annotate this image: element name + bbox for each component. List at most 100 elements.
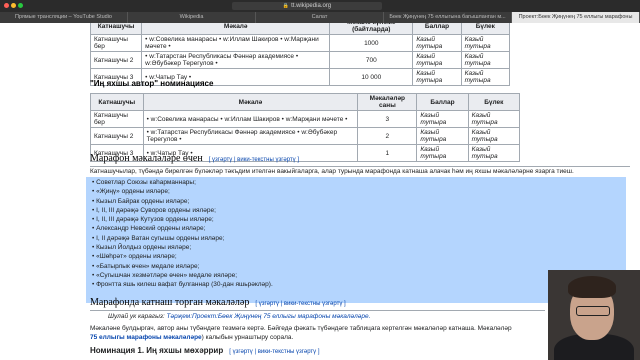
size-cell: 1000 bbox=[329, 34, 414, 52]
user-link[interactable]: Катнашучы 2 bbox=[89, 51, 143, 69]
col-header: Катнашучы bbox=[90, 93, 144, 111]
section-heading-articles: Марафонда катнаш торган мәкаләләр [ үзгәр… bbox=[90, 297, 346, 308]
section-intro: Катнашучылар, түбәндә бирелгән бүләкләр … bbox=[90, 168, 574, 175]
webcam-overlay bbox=[548, 270, 640, 360]
score-cell: Казый тутыра bbox=[416, 144, 469, 162]
section-title: Марафонда катнаш торган мәкаләләр bbox=[90, 297, 250, 308]
article-links: • w:Совелика манарасы • w:Иллам Шакиров … bbox=[141, 34, 331, 52]
col-header: Мәкалә bbox=[142, 93, 359, 111]
list-item: «Сугышчан хезмәтләре өчен» медале ияләре… bbox=[92, 271, 273, 280]
size-cell: 700 bbox=[329, 51, 414, 69]
edit-links[interactable]: [ үзгәртү | вики-текстны үзгәртү ] bbox=[229, 349, 319, 355]
section-title: Номинация 1. Иң яхшы мөхәррир bbox=[90, 346, 224, 355]
awards-list: Советлар Союзы каһарманнары; «Җиңү» орде… bbox=[92, 178, 273, 290]
heading-divider bbox=[90, 166, 630, 167]
webcam-person-hair bbox=[568, 276, 616, 298]
count-cell: 2 bbox=[357, 127, 418, 145]
webcam-person-glasses bbox=[576, 306, 610, 316]
tab-victory-marathon[interactable]: Проект:Бөек Җиңүнең 75 еллыгы марафоны bbox=[512, 12, 640, 23]
article-links: • w:Совелика манарасы • w:Иллам Шакиров … bbox=[142, 110, 359, 128]
heading-divider bbox=[90, 310, 545, 311]
paragraph-tail: ) калыбын урнаштыру сорала. bbox=[201, 334, 294, 341]
article-link[interactable]: Татарстан Республикасы Фәннәр академиясе bbox=[157, 129, 295, 136]
section-cell: Казый тутыра bbox=[460, 34, 511, 52]
template-link[interactable]: 75 еллыгы марафоны мәкаләләре bbox=[90, 334, 202, 341]
article-link[interactable]: Совелика манарасы bbox=[156, 36, 217, 43]
list-item: «Җиңү» ордены ияләре; bbox=[92, 187, 273, 196]
minimize-window-icon[interactable] bbox=[11, 3, 16, 8]
edit-links[interactable]: [ үзгәртү | вики-текстны үзгәртү ] bbox=[255, 301, 345, 307]
article-link[interactable]: Иллам Шакиров bbox=[231, 116, 280, 123]
article-link[interactable]: Иллам Шакиров bbox=[230, 36, 279, 43]
list-item: Кызыл Байрак ордены ияләре; bbox=[92, 197, 273, 206]
table-row: Катнашучы 2 • w:Татарстан Республикасы Ф… bbox=[90, 127, 521, 145]
tab-salat[interactable]: Салат bbox=[256, 12, 384, 23]
article-links: • w:Татарстан Республикасы Фәннәр академ… bbox=[142, 127, 359, 145]
tab-victory-article[interactable]: Бөек Җиңүнең 75 еллыгына багышланган м..… bbox=[384, 12, 512, 23]
nomination-heading: "Иң яхшы автор" номинациясе bbox=[90, 79, 214, 88]
count-cell: 3 bbox=[357, 110, 418, 128]
nomination-1-heading: Номинация 1. Иң яхшы мөхәррир [ үзгәртү |… bbox=[90, 346, 320, 355]
col-header: Мәкалә bbox=[141, 23, 331, 35]
list-item: «Шөһрәт» ордены ияләре; bbox=[92, 252, 273, 261]
list-item: I, II, III дәрәҗә Суворов ордены ияләре; bbox=[92, 206, 273, 215]
url-text: tt.wikipedia.org bbox=[291, 3, 332, 9]
tab-youtube-studio[interactable]: Прямые трансляции – YouTube Studio bbox=[0, 12, 128, 23]
browser-titlebar: 🔒 tt.wikipedia.org bbox=[0, 0, 640, 12]
tab-strip: Прямые трансляции – YouTube Studio Wikip… bbox=[0, 12, 640, 23]
table-best-author: Катнашучы Мәкалә Мәкаләләр саны Баллар Б… bbox=[90, 93, 521, 162]
list-item: I, II, III дәрәҗә Кутузов ордены ияләре; bbox=[92, 215, 273, 224]
section-heading-marathon: Марафон мәкаләләре өчен [ үзгәртү | вики-… bbox=[90, 153, 299, 164]
table-best-article: Катнашучы Мәкалә Мәкалә күләме (байтлард… bbox=[89, 23, 511, 86]
article-link[interactable]: Татарстан Республикасы Фәннәр академиясе bbox=[156, 53, 294, 60]
lock-icon: 🔒 bbox=[282, 3, 290, 9]
score-cell: Казый тутыра bbox=[412, 68, 462, 86]
maximize-window-icon[interactable] bbox=[18, 3, 23, 8]
section-cell: Казый тутыра bbox=[460, 68, 511, 86]
table-row: Катнашучы бер • w:Совелика манарасы • w:… bbox=[89, 34, 511, 52]
tab-wikipedia[interactable]: Wikipedia bbox=[128, 12, 256, 23]
col-header: Баллар bbox=[412, 23, 462, 35]
col-header: Мәкалә күләме (байтларда) bbox=[329, 23, 414, 35]
list-item: Фронтта яшь килеш вафат булганнар (30-да… bbox=[92, 280, 273, 289]
count-cell: 1 bbox=[357, 144, 418, 162]
article-link[interactable]: Совелика манарасы bbox=[157, 116, 218, 123]
section-cell: Казый тутыра bbox=[460, 51, 511, 69]
section-cell: Казый тутыра bbox=[467, 144, 521, 162]
col-header: Бүлек bbox=[467, 93, 521, 111]
edit-links[interactable]: [ үзгәртү | вики-текстны үзгәртү ] bbox=[209, 157, 299, 163]
page-content: Катнашучы Мәкалә Мәкалә күләме (байтлард… bbox=[0, 23, 640, 360]
score-cell: Казый тутыра bbox=[416, 127, 469, 145]
user-link[interactable]: Катнашучы 2 bbox=[90, 127, 144, 145]
table-row: Катнашучы бер • w:Совелика манарасы • w:… bbox=[90, 110, 521, 128]
address-bar[interactable]: 🔒 tt.wikipedia.org bbox=[232, 2, 382, 10]
table-row: Катнашучы 2 • w:Татарстан Республикасы Ф… bbox=[89, 51, 511, 69]
article-links: • w:Татарстан Республикасы Фәннәр академ… bbox=[141, 51, 331, 69]
user-link[interactable]: Катнашучы бер bbox=[89, 34, 143, 52]
article-link[interactable]: Әбубәкер Терегулов bbox=[152, 60, 214, 67]
list-item: Кызыл Йолдыз ордены ияләре; bbox=[92, 243, 273, 252]
col-header: Бүлек bbox=[460, 23, 511, 35]
hatnote-prefix: Шулай ук карагыз: bbox=[108, 313, 165, 320]
col-header: Катнашучы bbox=[89, 23, 143, 35]
section-cell: Казый тутыра bbox=[467, 110, 521, 128]
article-link[interactable]: Марҗани мәчете bbox=[292, 116, 343, 123]
col-header: Баллар bbox=[416, 93, 469, 111]
hatnote: Шулай ук карагыз: Тәрҗем:Проект:Бөек Җиң… bbox=[108, 313, 370, 320]
list-item: «Батырлык өчен» медале ияләре; bbox=[92, 262, 273, 271]
window-controls bbox=[4, 3, 25, 10]
user-link[interactable]: Катнашучы бер bbox=[90, 110, 144, 128]
list-item: Александр Невский ордены ияләре; bbox=[92, 224, 273, 233]
score-cell: Казый тутыра bbox=[412, 34, 462, 52]
hatnote-link[interactable]: Тәрҗем:Проект:Бөек Җиңүнең 75 еллыгы мар… bbox=[167, 313, 371, 320]
articles-paragraph: Мәкаләне булдыргач, автор аны түбәндәге … bbox=[90, 325, 512, 332]
articles-paragraph-2: 75 еллыгы марафоны мәкаләләре) калыбын у… bbox=[90, 334, 293, 341]
list-item: I, II дәрәҗә Ватан сугышы ордены ияләре; bbox=[92, 234, 273, 243]
section-cell: Казый тутыра bbox=[467, 127, 521, 145]
size-cell: 10 000 bbox=[329, 68, 414, 86]
section-title: Марафон мәкаләләре өчен bbox=[90, 153, 203, 164]
close-window-icon[interactable] bbox=[4, 3, 9, 8]
list-item: Советлар Союзы каһарманнары; bbox=[92, 178, 273, 187]
col-header: Мәкаләләр саны bbox=[357, 93, 418, 111]
score-cell: Казый тутыра bbox=[412, 51, 462, 69]
